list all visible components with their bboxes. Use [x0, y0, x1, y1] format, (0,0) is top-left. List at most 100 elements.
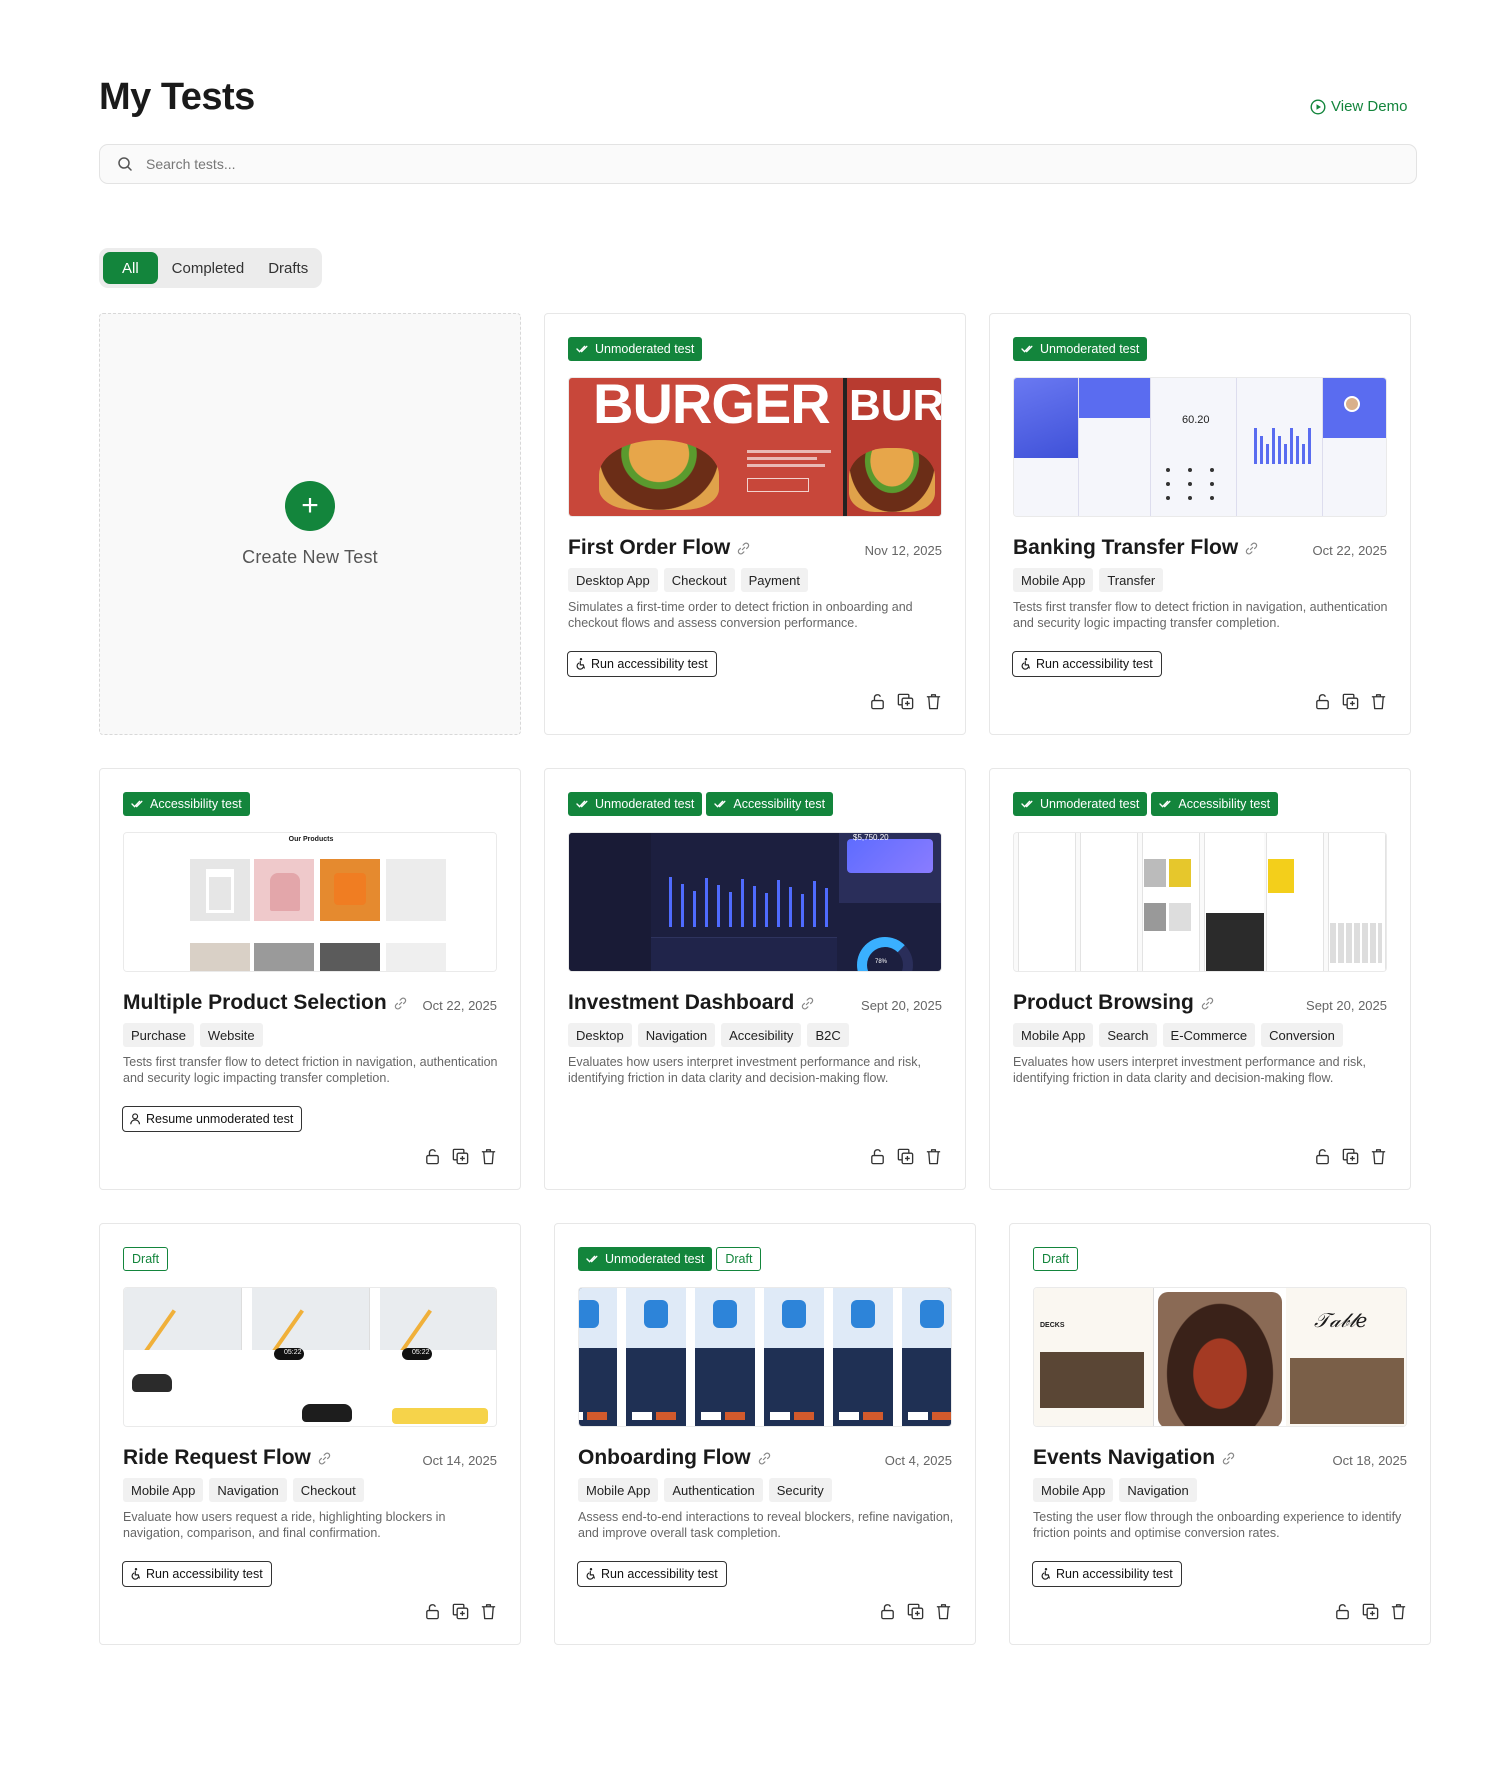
trash-icon[interactable]	[934, 1602, 953, 1621]
create-new-test-card[interactable]: + Create New Test	[99, 313, 521, 735]
link-icon[interactable]	[1221, 1451, 1236, 1466]
link-icon[interactable]	[800, 996, 815, 1011]
search-bar	[99, 144, 1417, 184]
unlock-icon[interactable]	[1313, 692, 1332, 711]
thumb-text: 60.20	[1182, 414, 1210, 426]
link-icon[interactable]	[757, 1451, 772, 1466]
filter-tab-all[interactable]: All	[103, 252, 158, 284]
accessibility-icon	[584, 1567, 598, 1581]
test-card[interactable]: Accessibility test Our Products Multiple…	[99, 768, 521, 1190]
test-description: Evaluates how users interpret investment…	[1013, 1055, 1366, 1085]
badges: Accessibility test	[123, 792, 250, 816]
tag: Payment	[740, 568, 808, 592]
test-thumbnail[interactable]: 05:22 05:22	[123, 1287, 497, 1427]
trash-icon[interactable]	[924, 1147, 943, 1166]
test-card[interactable]: Unmoderated test 60.20 Banking Transfer …	[989, 313, 1411, 735]
test-date: Oct 4, 2025	[884, 1453, 952, 1468]
test-title[interactable]: Events Navigation	[1033, 1446, 1236, 1470]
test-type-badge: Accessibility test	[706, 792, 834, 816]
tag-list: Purchase Website	[123, 1023, 263, 1047]
test-title[interactable]: Onboarding Flow	[578, 1446, 772, 1470]
test-card[interactable]: Unmoderated test Draft Onboarding Flow O…	[554, 1223, 976, 1645]
badges: Unmoderated test Draft	[578, 1247, 762, 1271]
trash-icon[interactable]	[1369, 1147, 1388, 1166]
test-date: Oct 14, 2025	[422, 1453, 497, 1468]
run-accessibility-test-button[interactable]: Run accessibility test	[1012, 651, 1162, 677]
link-icon[interactable]	[317, 1451, 332, 1466]
test-card[interactable]: Draft DECKS 𝒯𝒶𝒷𝓁𝑒 Events Navigation Oct …	[1009, 1223, 1431, 1645]
test-thumbnail[interactable]: 60.20	[1013, 377, 1387, 517]
link-icon[interactable]	[1244, 541, 1259, 556]
draft-badge: Draft	[716, 1247, 762, 1271]
test-thumbnail[interactable]: $5,750.20 78%	[568, 832, 942, 972]
duplicate-icon[interactable]	[1341, 692, 1360, 711]
test-title[interactable]: Investment Dashboard	[568, 991, 815, 1015]
run-accessibility-test-button[interactable]: Run accessibility test	[577, 1561, 727, 1587]
test-card[interactable]: Unmoderated test BURGER BUR First Order …	[544, 313, 966, 735]
tag-list: Mobile App Navigation	[1033, 1478, 1197, 1502]
duplicate-icon[interactable]	[451, 1147, 470, 1166]
accessibility-icon	[1039, 1567, 1053, 1581]
thumb-text: 78%	[875, 959, 888, 965]
plus-icon: +	[285, 480, 335, 531]
duplicate-icon[interactable]	[1361, 1602, 1380, 1621]
link-icon[interactable]	[736, 541, 751, 556]
test-date: Sept 20, 2025	[1306, 998, 1387, 1013]
duplicate-icon[interactable]	[896, 1147, 915, 1166]
test-thumbnail[interactable]: BURGER BUR	[568, 377, 942, 517]
view-demo-link[interactable]: View Demo	[1310, 98, 1407, 115]
test-thumbnail[interactable]: DECKS 𝒯𝒶𝒷𝓁𝑒	[1033, 1287, 1407, 1427]
test-description: Evaluates how users interpret investment…	[568, 1055, 921, 1085]
duplicate-icon[interactable]	[451, 1602, 470, 1621]
unlock-icon[interactable]	[423, 1602, 442, 1621]
unlock-icon[interactable]	[878, 1602, 897, 1621]
unlock-icon[interactable]	[868, 1147, 887, 1166]
tag: Purchase	[123, 1023, 194, 1047]
test-title[interactable]: Product Browsing	[1013, 991, 1215, 1015]
run-accessibility-test-button[interactable]: Run accessibility test	[567, 651, 717, 677]
test-title[interactable]: Multiple Product Selection	[123, 991, 408, 1015]
test-title[interactable]: Ride Request Flow	[123, 1446, 332, 1470]
test-date: Oct 22, 2025	[1312, 543, 1387, 558]
test-thumbnail[interactable]: Our Products	[123, 832, 497, 972]
resume-test-button[interactable]: Resume unmoderated test	[122, 1106, 303, 1132]
accessibility-icon	[129, 1567, 143, 1581]
action-label: Run accessibility test	[1056, 1567, 1173, 1581]
test-card[interactable]: Unmoderated test Accessibility test Prod…	[989, 768, 1411, 1190]
trash-icon[interactable]	[479, 1602, 498, 1621]
unlock-icon[interactable]	[1333, 1602, 1352, 1621]
duplicate-icon[interactable]	[896, 692, 915, 711]
test-thumbnail[interactable]	[1013, 832, 1387, 972]
duplicate-icon[interactable]	[1341, 1147, 1360, 1166]
run-accessibility-test-button[interactable]: Run accessibility test	[122, 1561, 272, 1587]
double-check-icon	[576, 344, 590, 354]
test-date: Oct 22, 2025	[422, 998, 497, 1013]
test-type-badge: Unmoderated test	[568, 792, 703, 816]
test-card[interactable]: Unmoderated test Accessibility test $5,7…	[544, 768, 966, 1190]
double-check-icon	[1021, 344, 1035, 354]
unlock-icon[interactable]	[423, 1147, 442, 1166]
tag-list: Desktop Navigation Accesibility B2C	[568, 1023, 849, 1047]
trash-icon[interactable]	[924, 692, 943, 711]
test-title[interactable]: First Order Flow	[568, 536, 751, 560]
duplicate-icon[interactable]	[906, 1602, 925, 1621]
trash-icon[interactable]	[1369, 692, 1388, 711]
trash-icon[interactable]	[479, 1147, 498, 1166]
unlock-icon[interactable]	[1313, 1147, 1332, 1166]
draft-badge: Draft	[123, 1247, 169, 1271]
run-accessibility-test-button[interactable]: Run accessibility test	[1032, 1561, 1182, 1587]
filter-tab-drafts[interactable]: Drafts	[258, 252, 318, 284]
action-label: Run accessibility test	[1036, 657, 1153, 671]
filter-tab-completed[interactable]: Completed	[162, 252, 255, 284]
test-title[interactable]: Banking Transfer Flow	[1013, 536, 1259, 560]
test-type-badge: Accessibility test	[123, 792, 250, 816]
unlock-icon[interactable]	[868, 692, 887, 711]
badge-label: Unmoderated test	[595, 342, 695, 356]
link-icon[interactable]	[393, 996, 408, 1011]
test-card[interactable]: Draft 05:22 05:22 Ride Request Flow Oct …	[99, 1223, 521, 1645]
trash-icon[interactable]	[1389, 1602, 1408, 1621]
test-thumbnail[interactable]	[578, 1287, 952, 1427]
search-input[interactable]	[146, 156, 1346, 172]
link-icon[interactable]	[1200, 996, 1215, 1011]
test-title-text: Events Navigation	[1033, 1446, 1216, 1469]
